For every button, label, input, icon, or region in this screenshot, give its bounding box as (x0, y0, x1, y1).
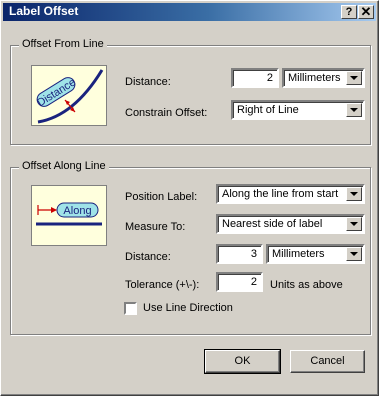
measure-to-value: Nearest side of label (222, 218, 323, 230)
along-distance-input[interactable]: 3 (216, 244, 263, 264)
chevron-down-icon[interactable] (346, 217, 362, 231)
position-label-value: Along the line from start (222, 188, 339, 200)
along-distance-units-value: Millimeters (272, 248, 325, 260)
tolerance-label: Tolerance (+\-): (125, 279, 200, 291)
constrain-offset-label: Constrain Offset: (125, 107, 208, 119)
distance-diagram-icon: Distance (35, 69, 104, 124)
tolerance-units-label: Units as above (270, 279, 343, 291)
distance-units-value: Millimeters (288, 72, 341, 84)
offset-along-line-group: Offset Along Line Along Position Label: … (10, 160, 371, 335)
chevron-down-icon[interactable] (346, 247, 362, 261)
chevron-down-icon[interactable] (346, 71, 362, 85)
tolerance-input[interactable]: 2 (216, 272, 263, 292)
measure-to-select[interactable]: Nearest side of label (216, 214, 365, 234)
use-line-direction-label[interactable]: Use Line Direction (143, 302, 233, 314)
close-button[interactable]: ✕ (358, 5, 374, 19)
along-distance-label: Distance: (125, 251, 171, 263)
distance-label: Distance: (125, 76, 171, 88)
offset-from-line-group: Offset From Line Distance Distance: 2 Mi… (10, 38, 371, 145)
dialog-title: Label Offset (9, 4, 79, 18)
distance-input[interactable]: 2 (231, 68, 279, 88)
offset-from-line-title: Offset From Line (19, 38, 107, 50)
along-distance-units-select[interactable]: Millimeters (266, 244, 365, 264)
distance-illustration: Distance (31, 65, 107, 126)
along-illustration: Along (31, 185, 107, 246)
cancel-button[interactable]: Cancel (290, 350, 365, 373)
chevron-down-icon[interactable] (346, 187, 362, 201)
constrain-offset-select[interactable]: Right of Line (231, 100, 365, 120)
along-illustration-text: Along (63, 205, 91, 217)
use-line-direction-checkbox[interactable] (124, 302, 137, 315)
along-diagram-icon: Along (36, 202, 102, 226)
chevron-down-icon[interactable] (346, 103, 362, 117)
offset-along-line-title: Offset Along Line (19, 160, 109, 172)
measure-to-label: Measure To: (125, 221, 186, 233)
title-bar[interactable]: Label Offset ? ✕ (3, 3, 376, 21)
help-button[interactable]: ? (341, 5, 357, 19)
label-offset-dialog: Label Offset ? ✕ Offset From Line Distan… (0, 0, 379, 396)
position-label-label: Position Label: (125, 191, 198, 203)
distance-units-select[interactable]: Millimeters (282, 68, 365, 88)
position-label-select[interactable]: Along the line from start (216, 184, 365, 204)
constrain-offset-value: Right of Line (237, 104, 299, 116)
ok-button[interactable]: OK (204, 349, 281, 374)
